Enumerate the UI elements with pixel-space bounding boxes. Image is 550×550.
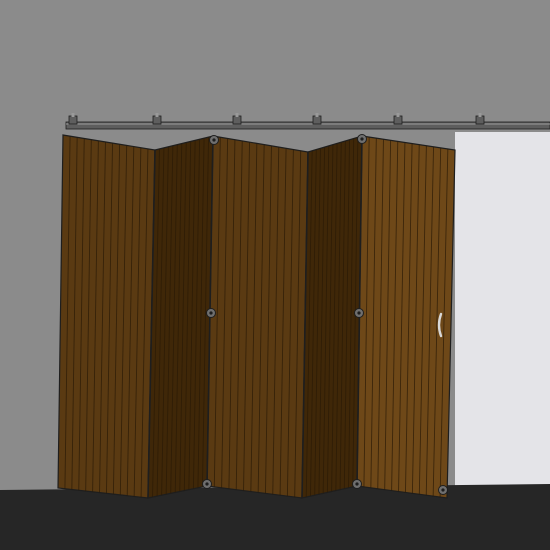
rail-hanger-bolt	[235, 113, 239, 117]
hinge-pin	[209, 311, 213, 315]
hinge-pin	[212, 138, 216, 142]
rail-hanger-bolt	[71, 113, 75, 117]
folding-door-scene	[0, 0, 550, 550]
rail-hanger-bolt	[396, 113, 400, 117]
folding-door-panels	[57, 134, 456, 499]
door-opening	[455, 132, 550, 492]
rail-hanger	[393, 115, 403, 125]
hinge-pin	[360, 137, 364, 141]
hinge-pin	[357, 311, 361, 315]
rail-hanger-bolt	[315, 113, 319, 117]
rail-hanger-bolt	[478, 113, 482, 117]
rail-hanger	[68, 115, 78, 125]
hinge-pin	[441, 488, 445, 492]
rail-hanger-bolt	[155, 113, 159, 117]
rail-hanger	[475, 115, 485, 125]
folding-door-illustration	[0, 0, 550, 550]
rail-hanger	[152, 115, 162, 125]
rail-hanger	[312, 115, 322, 125]
rail-hanger	[232, 115, 242, 125]
hinge-pin	[355, 482, 359, 486]
hinge-pin	[205, 482, 209, 486]
